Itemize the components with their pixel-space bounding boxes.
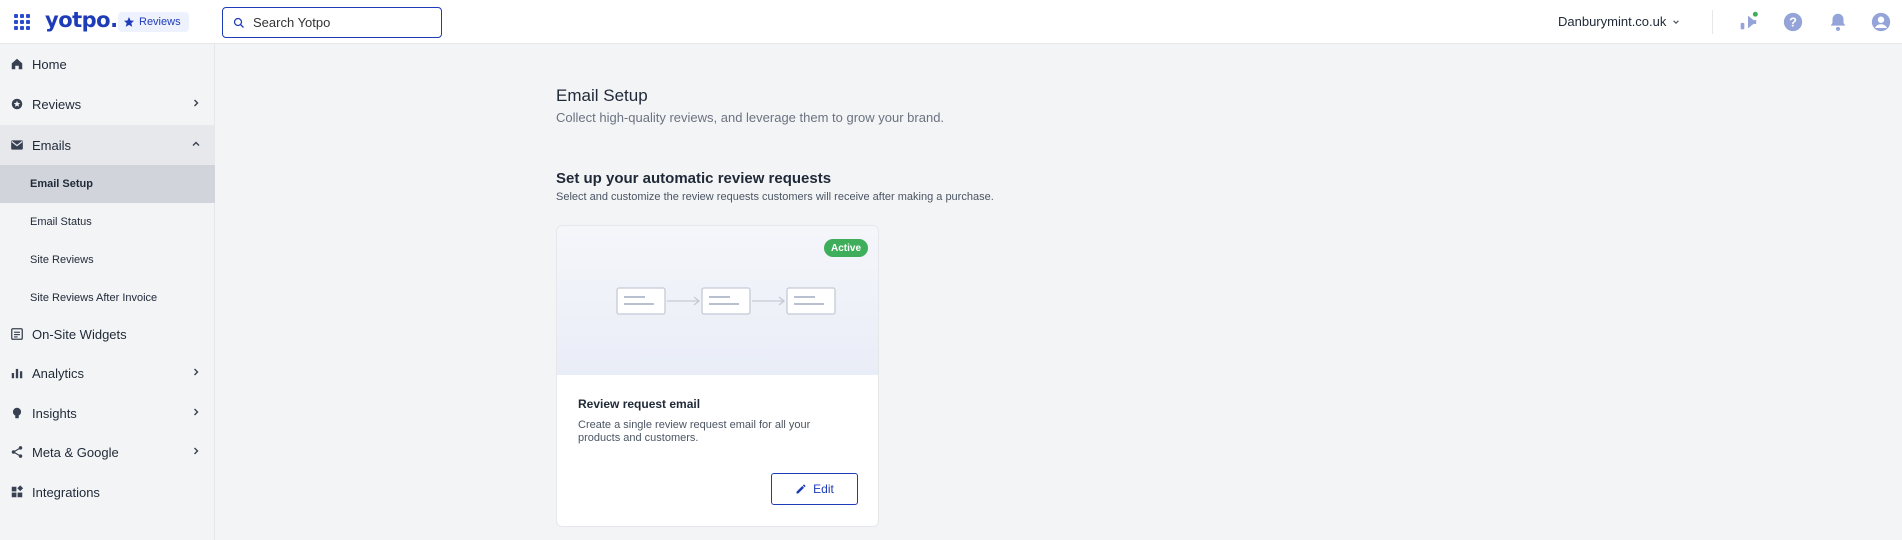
sidebar-item-on-site-widgets[interactable]: On-Site Widgets [0, 314, 215, 354]
megaphone-icon [1740, 10, 1759, 30]
sidebar-item-label: Emails [32, 137, 72, 153]
sidebar-item-home[interactable]: Home [0, 44, 215, 84]
header-divider [1712, 10, 1713, 34]
sidebar-item-label: Meta & Google [32, 444, 119, 460]
search-box[interactable] [222, 7, 442, 38]
sidebar-item-integrations[interactable]: Integrations [0, 472, 215, 512]
search-icon [233, 17, 244, 28]
top-bar: yotpo. Reviews Danburymint.co.uk ? [0, 0, 1902, 44]
card-title: Review request email [578, 397, 701, 411]
app-switcher-button[interactable] [10, 10, 34, 34]
section-title: Set up your automatic review requests [556, 170, 832, 187]
sidebar-item-label: Integrations [32, 484, 100, 500]
sidebar-subitem-email-setup[interactable]: Email Setup [0, 165, 215, 203]
sidebar-item-meta-google[interactable]: Meta & Google [0, 432, 215, 472]
home-icon [10, 57, 24, 71]
chevron-up-icon [192, 141, 200, 146]
store-name: Danburymint.co.uk [1558, 14, 1667, 29]
reviews-icon [10, 97, 24, 111]
email-flow-icon [616, 287, 836, 315]
chevron-right-icon [194, 447, 199, 455]
widget-icon [10, 327, 24, 341]
chevron-right-icon [194, 99, 199, 107]
sidebar-item-label: Reviews [32, 96, 82, 112]
card-illustration: Active [557, 226, 878, 375]
search-input[interactable] [253, 15, 423, 30]
store-selector[interactable]: Danburymint.co.uk [1558, 14, 1680, 29]
product-switcher-chip[interactable]: Reviews [118, 12, 189, 32]
user-menu-button[interactable] [1870, 11, 1892, 33]
grid-icon [14, 14, 30, 30]
analytics-icon [10, 366, 24, 380]
section-subtitle: Select and customize the review requests… [556, 191, 994, 203]
page-subtitle: Collect high-quality reviews, and levera… [556, 110, 945, 125]
sidebar-item-analytics[interactable]: Analytics [0, 353, 215, 393]
star-icon [124, 17, 134, 27]
chevron-down-icon [1673, 19, 1680, 24]
help-icon: ? [1783, 12, 1803, 32]
help-button[interactable]: ? [1782, 11, 1804, 33]
sidebar-item-label: On-Site Widgets [32, 326, 127, 342]
edit-button[interactable]: Edit [771, 473, 858, 505]
edit-button-label: Edit [813, 482, 834, 496]
sidebar-item-insights[interactable]: Insights [0, 393, 215, 433]
avatar-icon [1871, 12, 1891, 32]
sidebar-item-reviews[interactable]: Reviews [0, 84, 215, 124]
sidebar-subitem-site-reviews-after-invoice[interactable]: Site Reviews After Invoice [0, 279, 215, 317]
sidebar-subitem-email-status[interactable]: Email Status [0, 203, 215, 241]
yotpo-logo[interactable]: yotpo. [45, 8, 118, 32]
sidebar: Home Reviews Emails Email Setup Email St… [0, 44, 215, 540]
sidebar-item-label: Insights [32, 405, 77, 421]
mail-icon [10, 138, 24, 152]
product-chip-label: Reviews [139, 16, 181, 28]
page-title: Email Setup [556, 86, 648, 105]
pencil-icon [796, 484, 806, 494]
sidebar-subitem-site-reviews[interactable]: Site Reviews [0, 241, 215, 279]
share-icon [10, 445, 24, 459]
integrations-icon [10, 485, 24, 499]
announcements-button[interactable] [1737, 10, 1759, 33]
lightbulb-icon [10, 406, 24, 420]
bell-icon [1830, 13, 1846, 31]
chevron-right-icon [194, 368, 199, 376]
notifications-button[interactable] [1827, 11, 1849, 33]
svg-text:?: ? [1789, 15, 1797, 30]
chevron-right-icon [194, 408, 199, 416]
card-description: Create a single review request email for… [578, 419, 811, 444]
review-request-card: Active Review request email Create a sin… [556, 225, 879, 527]
sidebar-item-label: Analytics [32, 365, 85, 381]
sidebar-item-label: Home [32, 56, 67, 72]
sidebar-item-emails[interactable]: Emails [0, 125, 215, 165]
